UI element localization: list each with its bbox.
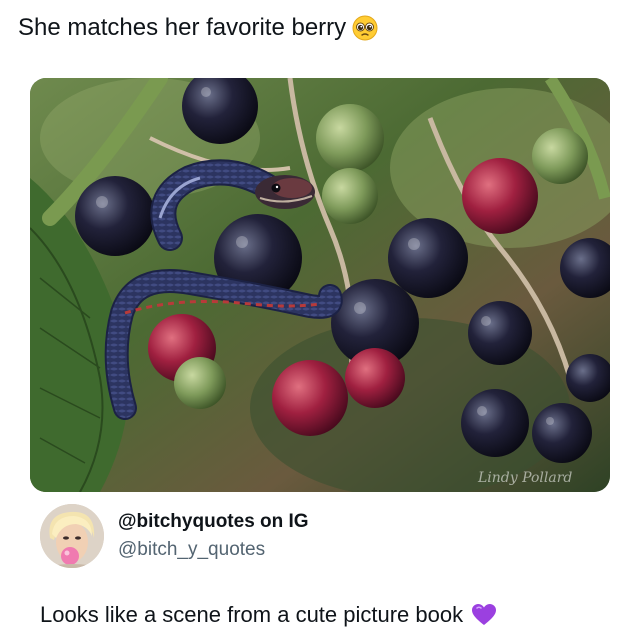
post-title-text: She matches her favorite berry <box>18 14 347 41</box>
green-berry-right <box>532 128 588 184</box>
pleading-face-emoji-icon <box>352 15 378 41</box>
caption-text: Looks like a scene from a cute picture b… <box>40 602 464 627</box>
red-berry-right <box>462 158 538 234</box>
red-berry-bottom-mid <box>345 348 405 408</box>
caption: Looks like a scene from a cute picture b… <box>40 600 497 630</box>
avatar-image <box>40 504 104 568</box>
blackberry-left <box>75 176 155 256</box>
avatar[interactable] <box>40 504 104 568</box>
quoted-account[interactable]: @bitchyquotes on IG @bitch_y_quotes <box>40 504 600 568</box>
post-title: She matches her favorite berry <box>18 12 378 44</box>
blackberry-center-right <box>388 218 468 298</box>
snake-and-blackberries-photo: Lindy Pollard <box>30 78 610 492</box>
red-berry-bottom <box>272 360 348 436</box>
purple-heart-emoji-icon <box>472 604 497 625</box>
photo-watermark: Lindy Pollard <box>477 470 572 486</box>
blackberry-right-lower <box>468 301 532 365</box>
account-handle[interactable]: @bitch_y_quotes <box>118 538 265 562</box>
post-photo[interactable]: Lindy Pollard <box>30 78 610 492</box>
account-display-name[interactable]: @bitchyquotes on IG <box>118 510 309 534</box>
